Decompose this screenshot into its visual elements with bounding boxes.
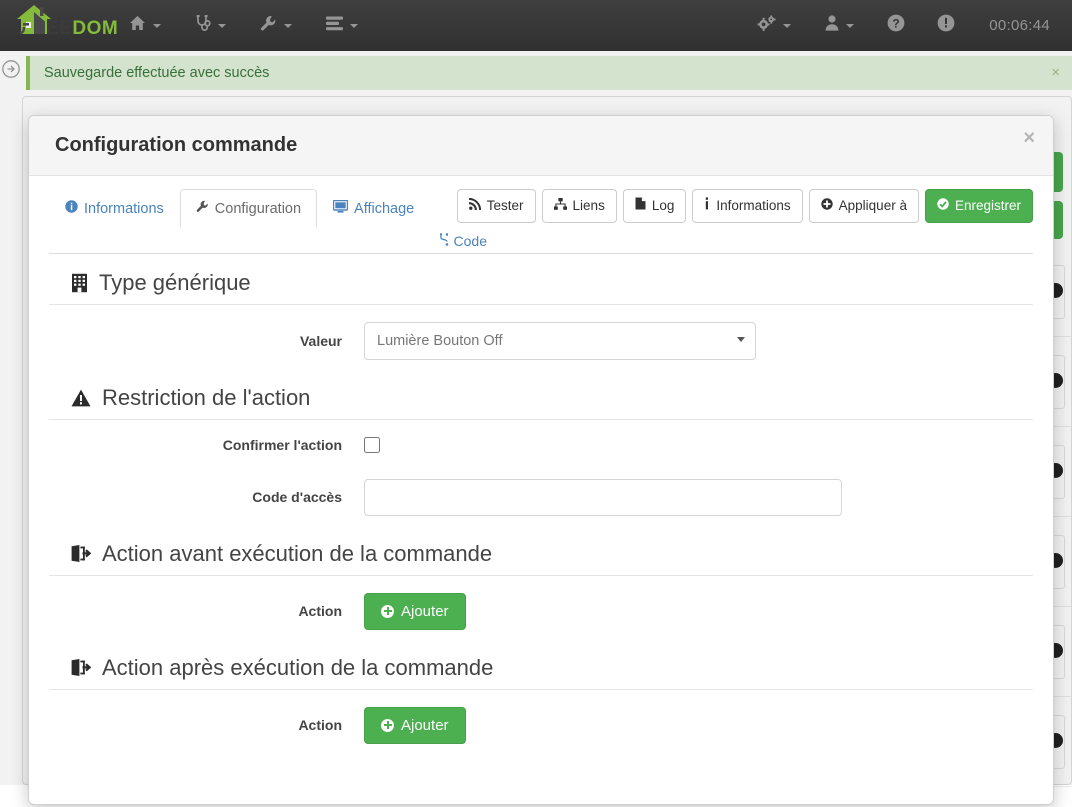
tab-configuration[interactable]: Configuration — [179, 189, 318, 228]
confirmer-action-checkbox[interactable] — [364, 436, 380, 453]
code-link[interactable]: Code — [433, 229, 493, 253]
form-row-valeur: Valeur Lumière Bouton Off — [49, 313, 1033, 369]
form-row-code-acces: Code d'accès — [49, 470, 1033, 525]
plus-circle-icon — [381, 604, 394, 618]
field-label-valeur: Valeur — [299, 332, 342, 349]
code-acces-input[interactable] — [364, 478, 842, 516]
modal-tabs: Informations Configuration Affichage — [49, 189, 430, 228]
field-label-action-apres: Action — [298, 717, 342, 734]
button-label: Ajouter — [401, 602, 449, 620]
tab-informations[interactable]: Informations — [49, 189, 180, 228]
sign-out-icon — [71, 545, 91, 563]
tab-label: Informations — [84, 200, 164, 217]
modal-header: Configuration commande × — [29, 116, 1053, 176]
section-title-label: Action après exécution de la commande — [102, 654, 494, 680]
rss-icon — [468, 197, 481, 215]
section-title-restriction-action: Restriction de l'action — [49, 369, 1033, 420]
field-label-confirmer-action: Confirmer l'action — [222, 436, 342, 453]
log-button[interactable]: Log — [622, 189, 687, 223]
modal-tabrow: Informations Configuration Affichage Tes… — [49, 176, 1033, 254]
tab-affichage[interactable]: Affichage — [317, 189, 430, 228]
wrench-icon — [196, 200, 209, 217]
field-label-action-avant: Action — [298, 603, 342, 620]
button-label: Informations — [716, 198, 791, 213]
field-control-action-apres: Ajouter — [364, 706, 466, 744]
informations-button[interactable]: Informations — [692, 189, 803, 223]
type-generique-select[interactable]: Lumière Bouton Off — [364, 321, 756, 360]
button-label: Log — [651, 198, 675, 213]
liens-button[interactable]: Liens — [541, 189, 617, 223]
appliquer-a-button[interactable]: Appliquer à — [808, 189, 919, 223]
modal-toolbar: Tester Liens Log Informations Appliquer … — [456, 189, 1033, 223]
plus-circle-icon — [381, 718, 394, 732]
modal-close-button[interactable]: × — [1023, 128, 1035, 148]
button-label: Liens — [572, 198, 605, 213]
button-label: Enregistrer — [954, 198, 1021, 213]
field-label-code-acces: Code d'accès — [252, 489, 342, 506]
enregistrer-button[interactable]: Enregistrer — [924, 189, 1033, 223]
code-link-wrapper: Code — [433, 229, 493, 253]
section-title-type-generique: Type générique — [49, 254, 1033, 305]
code-link-label: Code — [453, 232, 487, 249]
button-label: Tester — [486, 198, 524, 213]
field-control-action-avant: Ajouter — [364, 592, 466, 630]
modal-title: Configuration commande — [55, 134, 298, 156]
button-label: Appliquer à — [838, 198, 907, 213]
button-label: Ajouter — [401, 716, 449, 734]
sitemap-icon — [553, 197, 567, 215]
ajouter-action-apres-button[interactable]: Ajouter — [364, 706, 466, 744]
code-fork-icon — [439, 232, 449, 249]
section-title-label: Restriction de l'action — [102, 384, 311, 410]
configuration-commande-modal: Configuration commande × Informations Co… — [28, 115, 1054, 805]
form-row-action-avant: Action Ajouter — [49, 584, 1033, 639]
file-icon — [635, 197, 646, 215]
form-row-confirmer-action: Confirmer l'action — [49, 428, 1033, 462]
warning-triangle-icon — [71, 389, 91, 407]
field-control-valeur: Lumière Bouton Off — [364, 321, 756, 360]
field-control-code-acces — [364, 478, 842, 516]
desktop-icon — [332, 199, 349, 217]
tester-button[interactable]: Tester — [456, 189, 536, 223]
section-title-label: Action avant exécution de la commande — [102, 540, 493, 566]
sign-out-icon — [71, 659, 91, 677]
info-icon — [704, 197, 710, 215]
info-circle-icon — [65, 200, 78, 217]
tab-label: Configuration — [214, 200, 302, 217]
building-icon — [71, 273, 88, 293]
form-row-action-apres: Action Ajouter — [49, 698, 1033, 753]
tab-label: Affichage — [354, 200, 415, 217]
ajouter-action-avant-button[interactable]: Ajouter — [364, 592, 466, 630]
section-title-action-avant: Action avant exécution de la commande — [49, 525, 1033, 576]
check-circle-icon — [937, 197, 949, 215]
field-control-confirmer-action — [364, 436, 380, 453]
section-title-action-apres: Action après exécution de la commande — [49, 639, 1033, 690]
plus-circle-icon — [820, 197, 833, 215]
section-title-label: Type générique — [99, 269, 251, 295]
modal-body: Informations Configuration Affichage Tes… — [29, 176, 1053, 804]
